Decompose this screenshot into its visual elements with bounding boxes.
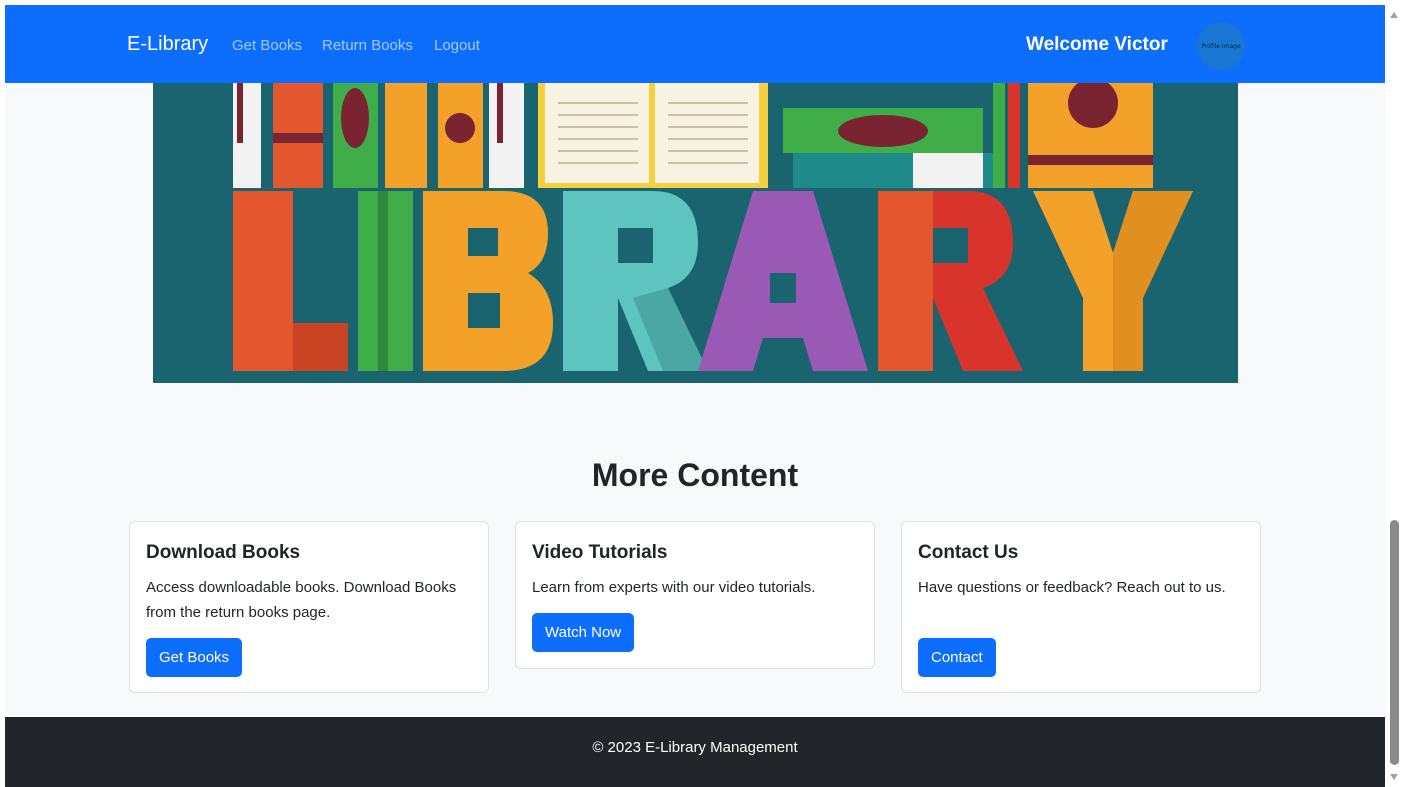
library-hero-image [153, 83, 1238, 383]
page-viewport: E-Library Get Books Return Books Logout … [5, 5, 1385, 787]
card-contact-us: Contact Us Have questions or feedback? R… [901, 521, 1261, 693]
vertical-scrollbar[interactable] [1386, 0, 1405, 787]
profile-avatar[interactable]: Profile Image [1197, 22, 1245, 70]
page-footer: © 2023 E-Library Management [5, 717, 1385, 787]
card-download-books: Download Books Access downloadable books… [129, 521, 489, 693]
card-title: Video Tutorials [532, 542, 668, 563]
contact-button[interactable]: Contact [918, 638, 996, 677]
scroll-up-icon[interactable] [1390, 12, 1398, 18]
scroll-down-icon[interactable] [1390, 774, 1398, 780]
card-text: Learn from experts with our video tutori… [532, 579, 816, 596]
card-text: Have questions or feedback? Reach out to… [918, 579, 1226, 596]
scrollbar-thumb[interactable] [1390, 520, 1399, 765]
card-title: Contact Us [918, 542, 1019, 563]
card-video-tutorials: Video Tutorials Learn from experts with … [515, 521, 875, 669]
card-title: Download Books [146, 542, 301, 563]
avatar-alt-text: Profile Image [1201, 42, 1241, 50]
nav-link-return-books[interactable]: Return Books [322, 37, 413, 54]
welcome-message: Welcome Victor [1026, 34, 1168, 55]
top-navbar: E-Library Get Books Return Books Logout … [5, 5, 1385, 83]
watch-now-button[interactable]: Watch Now [532, 613, 635, 652]
get-books-button[interactable]: Get Books [146, 638, 243, 677]
section-title: More Content [591, 457, 799, 493]
nav-link-logout[interactable]: Logout [434, 37, 480, 54]
library-illustration [233, 83, 1193, 371]
nav-link-get-books[interactable]: Get Books [232, 37, 302, 54]
brand-link[interactable]: E-Library [127, 33, 208, 56]
footer-copyright: © 2023 E-Library Management [592, 739, 798, 756]
card-text: Access downloadable books. Download Book… [146, 579, 457, 621]
